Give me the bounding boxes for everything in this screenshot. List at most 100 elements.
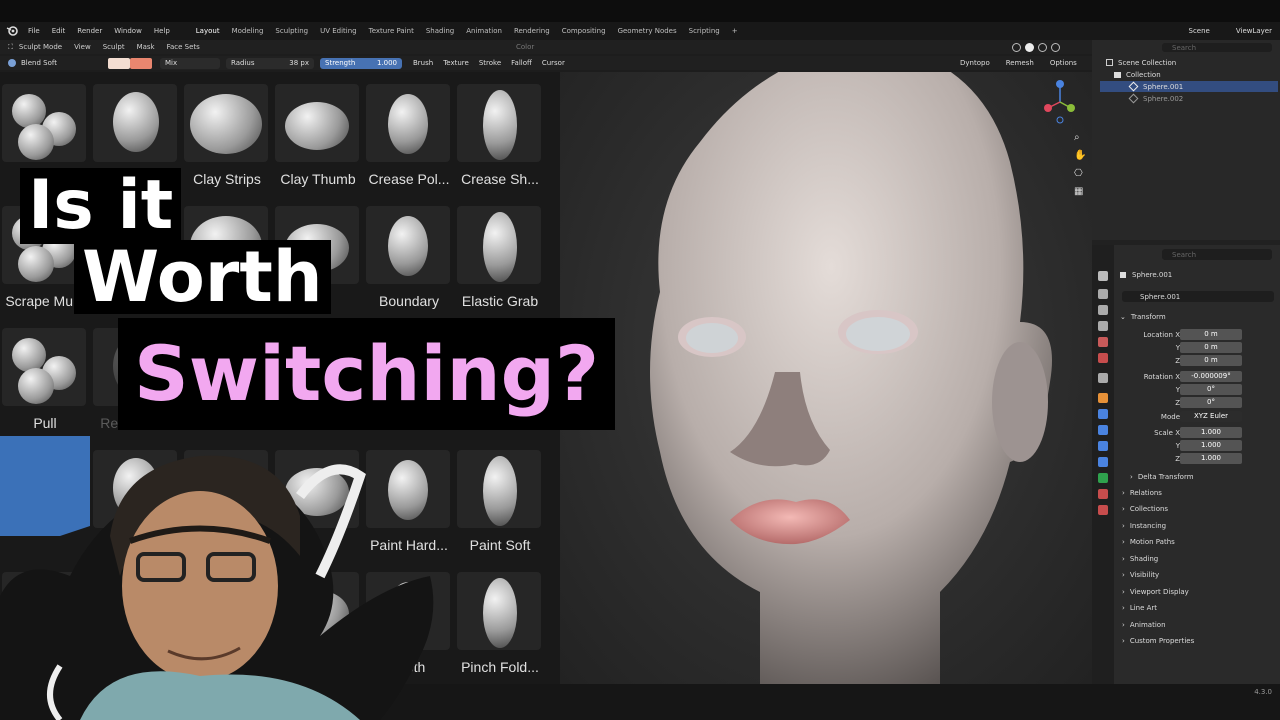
scale-z-row[interactable]: Z 1.000	[1092, 453, 1280, 464]
menu-window[interactable]: Window	[108, 27, 148, 35]
tab-rendering[interactable]: Rendering	[508, 27, 556, 35]
mode-selector[interactable]: Sculpt Mode	[13, 43, 68, 51]
outliner-item-sphere-002[interactable]: Sphere.002	[1128, 93, 1183, 104]
brush-tile[interactable]: Pull	[0, 316, 90, 431]
outliner-root[interactable]: Scene Collection	[1106, 57, 1176, 68]
blend-mode-select[interactable]: Mix	[160, 57, 220, 69]
tab-scripting[interactable]: Scripting	[683, 27, 726, 35]
falloff-menu[interactable]: Falloff	[506, 59, 537, 67]
tool-tab-icon[interactable]	[1098, 271, 1108, 281]
header-mask[interactable]: Mask	[131, 43, 161, 51]
brush-tile[interactable]: Clay Strips	[182, 72, 272, 187]
outliner-search-input[interactable]: Search	[1162, 43, 1272, 52]
remesh-menu[interactable]: Remesh	[1006, 59, 1034, 67]
tab-texture-paint[interactable]: Texture Paint	[363, 27, 420, 35]
cursor-menu[interactable]: Cursor	[537, 59, 570, 67]
menu-file[interactable]: File	[22, 27, 46, 35]
brush-menu[interactable]: Brush	[408, 59, 438, 67]
tab-animation[interactable]: Animation	[460, 27, 508, 35]
tab-geometry-nodes[interactable]: Geometry Nodes	[612, 27, 683, 35]
properties-section-label: Animation	[1129, 620, 1166, 629]
brush-tile[interactable]: Crease Sh...	[455, 72, 545, 187]
location-x-row[interactable]: Location X0 m	[1092, 329, 1280, 340]
properties-section-row[interactable]: › Collections	[1122, 504, 1272, 515]
data-tab-icon[interactable]	[1098, 473, 1108, 483]
brush-tile[interactable]: Pinch Fold...	[455, 560, 545, 675]
blender-logo-icon[interactable]	[6, 25, 22, 37]
rotation-y-row[interactable]: Y 0°	[1092, 384, 1280, 395]
header-sculpt[interactable]: Sculpt	[97, 43, 131, 51]
render-tab-icon[interactable]	[1098, 289, 1108, 299]
tab-sculpting[interactable]: Sculpting	[269, 27, 314, 35]
brush-label: Pull	[33, 415, 57, 431]
texture-menu[interactable]: Texture	[438, 59, 474, 67]
material-tab-icon[interactable]	[1098, 489, 1108, 499]
secondary-color-swatch[interactable]	[130, 57, 152, 69]
properties-section-row[interactable]: › Custom Properties	[1122, 636, 1272, 647]
brush-tile[interactable]: Crease Pol...	[364, 72, 454, 187]
primary-color-swatch[interactable]	[108, 57, 130, 69]
outliner-item-sphere-001[interactable]: Sphere.001	[1100, 81, 1278, 92]
pan-hand-icon[interactable]: ✋	[1074, 150, 1086, 161]
properties-section-row[interactable]: › Motion Paths	[1122, 537, 1272, 548]
menu-render[interactable]: Render	[71, 27, 108, 35]
navigation-gizmo[interactable]	[1038, 80, 1082, 124]
outliner-collection[interactable]: Collection	[1114, 69, 1161, 80]
scale-x-row[interactable]: Scale X 1.000	[1092, 427, 1280, 438]
stroke-menu[interactable]: Stroke	[474, 59, 506, 67]
tab-layout[interactable]: Layout	[190, 27, 226, 35]
texture-tab-icon[interactable]	[1098, 505, 1108, 515]
options-menu[interactable]: Options	[1050, 59, 1077, 67]
rotation-z-row[interactable]: Z 0°	[1092, 397, 1280, 408]
tab-shading[interactable]: Shading	[420, 27, 460, 35]
brush-tile[interactable]: Paint Soft	[455, 438, 545, 553]
tab-uv-editing[interactable]: UV Editing	[314, 27, 363, 35]
properties-section-row[interactable]: › Shading	[1122, 553, 1272, 564]
properties-section-row[interactable]: › Visibility	[1122, 570, 1272, 581]
properties-section-row[interactable]: › Line Art	[1122, 603, 1272, 614]
viewlayer-selector[interactable]: ViewLayer	[1236, 27, 1272, 35]
add-workspace-button[interactable]: +	[726, 27, 744, 35]
data-name-field[interactable]: Sphere.001	[1122, 291, 1274, 302]
grid-view-icon[interactable]: ▦	[1074, 186, 1083, 197]
properties-section-row[interactable]: › Viewport Display	[1122, 586, 1272, 597]
delta-transform-panel[interactable]: › Delta Transform	[1130, 471, 1194, 482]
header-view[interactable]: View	[68, 43, 97, 51]
brush-name-field[interactable]: Blend Soft	[16, 58, 102, 69]
output-tab-icon[interactable]	[1098, 305, 1108, 315]
brush-thumbnail	[366, 206, 450, 284]
rotation-mode-row[interactable]: Mode XYZ Euler	[1092, 411, 1280, 422]
3d-viewport[interactable]: ⌕ ✋ ⎔ ▦	[560, 42, 1092, 684]
menu-help[interactable]: Help	[148, 27, 176, 35]
scene-selector[interactable]: Scene	[1189, 27, 1210, 35]
brush-tile[interactable]: Boundary	[364, 194, 454, 309]
zoom-icon[interactable]: ⌕	[1074, 132, 1080, 143]
color-mode-label[interactable]: Color	[510, 43, 540, 51]
shading-icons[interactable]	[1012, 42, 1060, 52]
properties-section-row[interactable]: › Animation	[1122, 619, 1272, 630]
brush-tile[interactable]: Clay Thumb	[273, 72, 363, 187]
material-shading-icon[interactable]	[1038, 42, 1047, 52]
tab-modeling[interactable]: Modeling	[226, 27, 270, 35]
scale-y-row[interactable]: Y 1.000	[1092, 440, 1280, 451]
transform-panel-header[interactable]: ⌄ Transform	[1120, 311, 1166, 322]
properties-search-input[interactable]: Search	[1162, 249, 1272, 260]
tab-compositing[interactable]: Compositing	[556, 27, 612, 35]
rotation-x-row[interactable]: Rotation X -0.000009°	[1092, 371, 1280, 382]
location-y-row[interactable]: Y0 m	[1092, 342, 1280, 353]
location-z-row[interactable]: Z0 m	[1092, 355, 1280, 366]
radius-field[interactable]: Radius 38 px	[226, 57, 314, 69]
wireframe-shading-icon[interactable]	[1012, 42, 1021, 52]
solid-shading-icon[interactable]	[1025, 42, 1034, 52]
object-name-field[interactable]: Sphere.001	[1120, 269, 1172, 280]
properties-section-row[interactable]: › Instancing	[1122, 520, 1272, 531]
chevron-right-icon: ›	[1122, 604, 1125, 612]
rendered-shading-icon[interactable]	[1051, 42, 1060, 52]
header-face-sets[interactable]: Face Sets	[161, 43, 206, 51]
camera-icon[interactable]: ⎔	[1074, 168, 1083, 179]
brush-tile[interactable]: Elastic Grab	[455, 194, 545, 309]
dyntopo-menu[interactable]: Dyntopo	[960, 59, 990, 67]
menu-edit[interactable]: Edit	[46, 27, 72, 35]
strength-field[interactable]: Strength 1.000	[320, 57, 402, 69]
properties-section-row[interactable]: › Relations	[1122, 487, 1272, 498]
